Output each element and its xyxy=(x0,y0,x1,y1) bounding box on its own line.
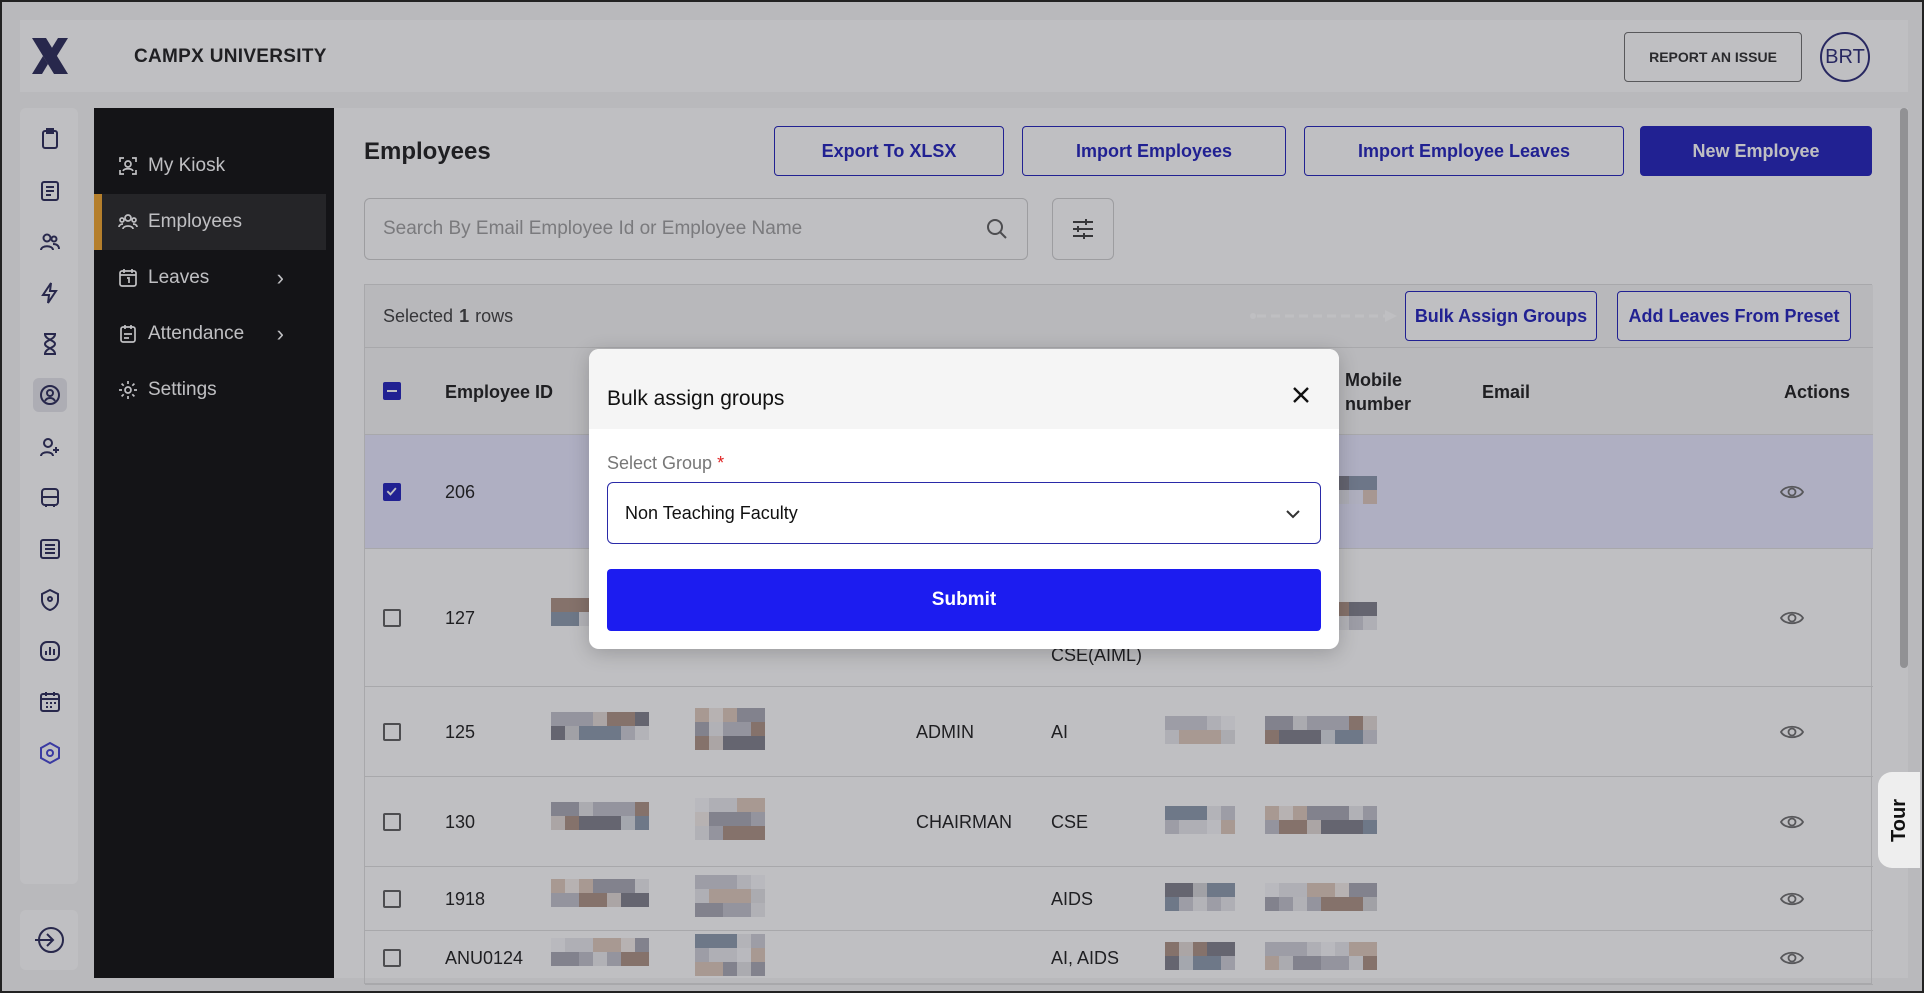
group-select[interactable]: Non Teaching Faculty xyxy=(607,482,1321,544)
modal-header: Bulk assign groups xyxy=(589,349,1339,429)
bulk-assign-modal: Bulk assign groups Select Group * Non Te… xyxy=(589,349,1339,649)
group-select-value: Non Teaching Faculty xyxy=(625,502,798,523)
field-label-text: Select Group xyxy=(607,453,713,473)
close-icon[interactable] xyxy=(1289,383,1313,407)
app-frame: CAMPX UNIVERSITY REPORT AN ISSUE BRT My … xyxy=(0,0,1924,993)
tour-button[interactable]: Tour xyxy=(1878,772,1920,868)
tour-label: Tour xyxy=(1887,798,1910,842)
chevron-down-icon xyxy=(1286,510,1300,519)
submit-button[interactable]: Submit xyxy=(607,569,1321,631)
select-group-label: Select Group * xyxy=(607,453,724,474)
modal-title: Bulk assign groups xyxy=(607,387,785,410)
required-mark: * xyxy=(717,453,725,473)
